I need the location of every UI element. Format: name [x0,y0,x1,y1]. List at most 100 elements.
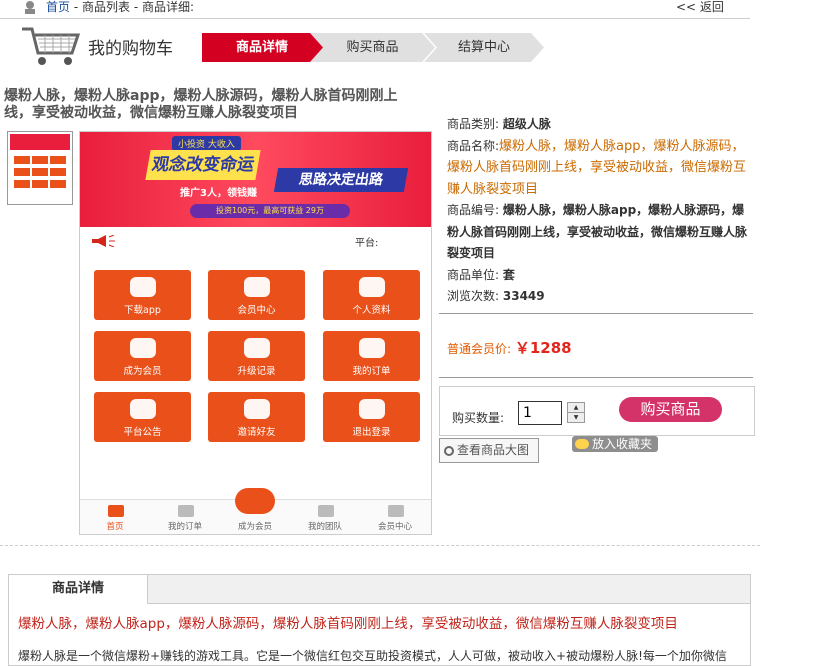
menu-profile[interactable]: 个人资料 [323,270,420,320]
home-icon [25,1,35,14]
magnifier-icon [444,446,454,456]
banner-mid-text: 推广3人，领钱赚 [180,188,257,199]
name-label: 商品名称: [447,138,500,153]
unit-label: 商品单位: [447,267,500,282]
views-row: 浏览次数: 33449 [447,286,747,308]
profile-card-icon [359,277,385,297]
quantity-input[interactable] [518,401,562,425]
menu-label: 个人资料 [352,305,391,316]
menu-label: 邀请好友 [237,427,276,438]
product-thumbnail[interactable] [7,131,73,205]
user-icon [244,277,270,297]
menu-label: 我的订单 [352,366,391,377]
breadcrumb-list[interactable]: 商品列表 [82,0,130,14]
breadcrumb-separator: - [70,0,82,14]
views-label: 浏览次数: [447,289,500,303]
platform-label: 平台: [355,238,379,249]
megaphone-icon [130,399,156,419]
nav-become-member[interactable]: 成为会员 [220,488,290,534]
menu-invite[interactable]: 邀请好友 [208,392,305,442]
menu-upgrade-record[interactable]: 升级记录 [208,331,305,381]
breadcrumb-home-link[interactable]: 首页 [46,0,70,14]
unit-value: 套 [502,267,515,282]
product-info: 商品类别: 超级人脉 商品名称:爆粉人脉，爆粉人脉app，爆粉人脉源码，爆粉人脉… [447,114,747,308]
orders-icon [178,505,194,517]
step-product-detail: 商品详情 [202,33,326,62]
menu-logout[interactable]: 退出登录 [323,392,420,442]
favorites-icon [575,439,589,449]
breadcrumb-detail: 商品详细: [141,0,195,14]
download-icon [130,277,156,297]
tab-product-detail[interactable]: 商品详情 [9,575,148,604]
menu-download-app[interactable]: 下载app [94,270,191,320]
menu-announcement[interactable]: 平台公告 [94,392,191,442]
quantity-down-button[interactable]: ▼ [567,412,585,423]
quantity-label: 购买数量: [452,411,505,425]
nav-label: 首页 [106,522,124,532]
banner-main-text-2: 思路决定出路 [273,168,409,192]
detail-heading: 爆粉人脉，爆粉人脉app，爆粉人脉源码，爆粉人脉首码刚刚上线，享受被动收益，微信… [18,616,678,632]
breadcrumb: 首页 - 商品列表 - 商品详细: << 返回 [0,0,750,19]
user-icon [388,505,404,517]
nav-team[interactable]: 我的团队 [290,500,360,534]
step-label: 结算中心 [457,40,510,55]
menu-label: 会员中心 [237,305,276,316]
menu-label: 退出登录 [352,427,391,438]
nav-label: 会员中心 [377,522,412,532]
rocket-icon [235,488,275,514]
view-large-image-button[interactable]: 查看商品大图 [439,438,539,463]
invite-user-icon [244,399,270,419]
name-row: 商品名称:爆粉人脉，爆粉人脉app，爆粉人脉源码，爆粉人脉首码刚刚上线，享受被动… [447,136,747,201]
step-label: 商品详情 [235,40,288,55]
banner-main-text-1: 观念改变命运 [145,150,261,180]
nav-label: 成为会员 [237,522,272,532]
category-label: 商品类别: [447,117,500,131]
product-main-image[interactable]: 小投资 大收入 观念改变命运 思路决定出路 推广3人，领钱赚 投资100元，最高… [79,131,432,535]
product-title: 爆粉人脉，爆粉人脉app，爆粉人脉源码，爆粉人脉首码刚刚上线，享受被动收益，微信… [4,88,398,121]
views-value: 33449 [502,289,545,303]
breadcrumb-separator: - [130,0,142,14]
edit-icon [244,338,270,358]
price-label: 普通会员价: [447,342,512,356]
nav-home[interactable]: 首页 [80,500,150,534]
step-label: 购买商品 [346,40,399,55]
shopping-cart-icon [22,27,81,65]
category-row: 商品类别: 超级人脉 [447,114,747,136]
menu-member-center[interactable]: 会员中心 [208,270,305,320]
step-checkout: 结算中心 [424,33,544,62]
detail-section: 商品详情 爆粉人脉，爆粉人脉app，爆粉人脉源码，爆粉人脉首码刚刚上线，享受被动… [8,574,751,666]
megaphone-icon [92,235,115,247]
nav-member-center[interactable]: 会员中心 [360,500,430,534]
banner-bottom-text: 投资100元，最高可获益 29万 [190,204,350,218]
home-icon [108,505,124,517]
add-to-favorites-button[interactable]: 放入收藏夹 [572,436,658,452]
banner-top-text: 小投资 大收入 [172,136,241,151]
rocket-icon [130,338,156,358]
page-title: 我的购物车 [88,39,173,59]
team-icon [318,505,334,517]
menu-label: 下载app [124,305,161,316]
buy-button[interactable]: 购买商品 [619,397,722,422]
nav-orders[interactable]: 我的订单 [150,500,220,534]
back-link[interactable]: << 返回 [676,0,724,14]
purchase-box: 购买数量: ▲ ▼ 购买商品 [439,386,755,436]
order-icon [359,338,385,358]
menu-become-member[interactable]: 成为会员 [94,331,191,381]
code-label: 商品编号: [447,203,500,217]
price-row: 普通会员价: ￥1288 [447,337,572,358]
menu-my-orders[interactable]: 我的订单 [323,331,420,381]
step-buy: 购买商品 [310,33,435,62]
detail-body: 爆粉人脉是一个微信爆粉+赚钱的游戏工具。它是一个微信红包交互助投资模式，人人可做… [18,649,727,663]
nav-label: 我的团队 [307,522,342,532]
nav-label: 我的订单 [167,522,202,532]
price-value: ￥1288 [514,339,572,357]
divider [439,377,753,378]
logout-icon [359,399,385,419]
divider [0,545,760,546]
phone-bottom-nav: 首页 我的订单 成为会员 我的团队 会员中心 [80,488,431,534]
code-row: 商品编号: 爆粉人脉，爆粉人脉app，爆粉人脉源码，爆粉人脉首码刚刚上线，享受被… [447,200,747,265]
menu-label: 平台公告 [123,427,162,438]
menu-label: 成为会员 [123,366,162,377]
menu-label: 升级记录 [237,366,276,377]
divider [439,313,753,314]
